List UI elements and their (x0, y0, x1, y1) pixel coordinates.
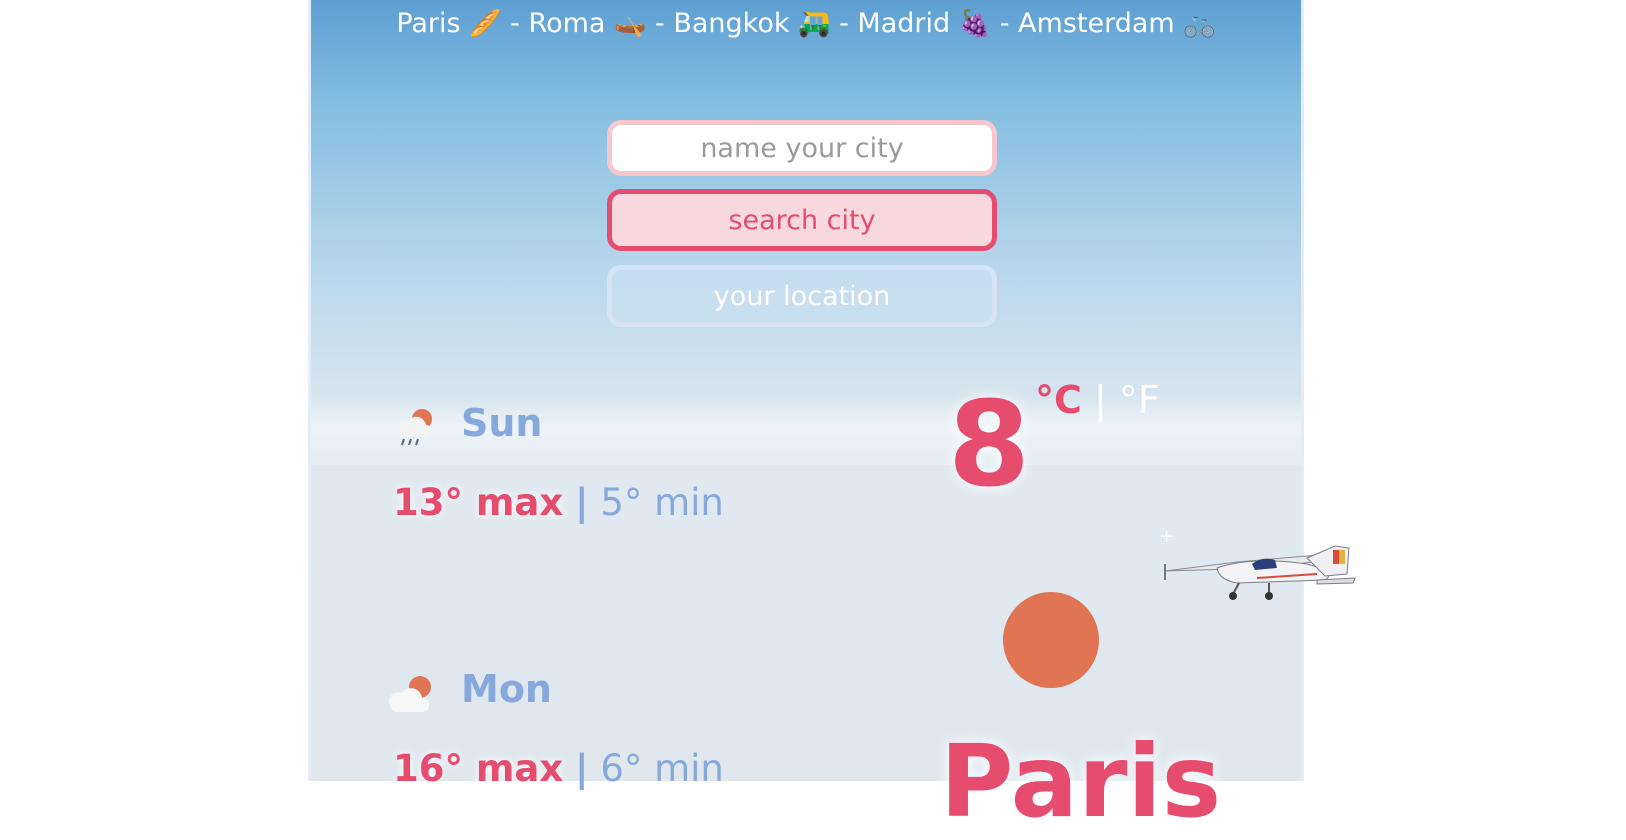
fahrenheit-link[interactable]: °F (1119, 378, 1160, 422)
forecast-min-max: 13° max | 5° min (393, 481, 724, 524)
city-shortcuts: Paris 🥖 - Roma 🛶 - Bangkok 🛺 - Madrid 🍇 … (396, 8, 1216, 39)
airplane-icon: + (1159, 528, 1356, 600)
city-link-madrid[interactable]: Madrid 🍇 (857, 8, 991, 39)
city-link-paris[interactable]: Paris 🥖 (396, 8, 501, 39)
unit-toggle: °C | °F (1035, 378, 1160, 422)
baguette-icon: 🥖 (469, 9, 502, 39)
city-link-roma[interactable]: Roma 🛶 (529, 8, 647, 39)
rain-cloud-sun-icon (397, 409, 432, 446)
forecast-day-name: Mon (461, 667, 552, 711)
city-link-bangkok[interactable]: Bangkok 🛺 (673, 8, 830, 39)
current-city-name: Paris (940, 723, 1222, 840)
bicycle-icon: 🚲 (1183, 9, 1216, 39)
grapes-icon: 🍇 (958, 9, 992, 39)
current-temperature: 8 (948, 375, 1031, 513)
city-link-amsterdam[interactable]: Amsterdam 🚲 (1018, 8, 1216, 39)
svg-text:+: + (1159, 528, 1174, 547)
search-city-button[interactable]: search city (607, 189, 997, 251)
forecast-min-max: 16° max | 6° min (393, 747, 724, 790)
cloud-sun-icon (389, 676, 431, 712)
city-search-input[interactable] (607, 120, 997, 176)
forecast-max: 13° max (393, 481, 564, 524)
celsius-link[interactable]: °C (1035, 378, 1082, 422)
forecast-day-name: Sun (461, 401, 543, 445)
your-location-button[interactable]: your location (607, 265, 997, 327)
forecast-min: 6° min (600, 747, 724, 790)
tuk-tuk-icon: 🛺 (798, 9, 831, 39)
forecast-max: 16° max (393, 747, 564, 790)
sun-icon (1003, 592, 1099, 688)
canoe-icon: 🛶 (614, 9, 647, 39)
forecast-min: 5° min (600, 481, 724, 524)
